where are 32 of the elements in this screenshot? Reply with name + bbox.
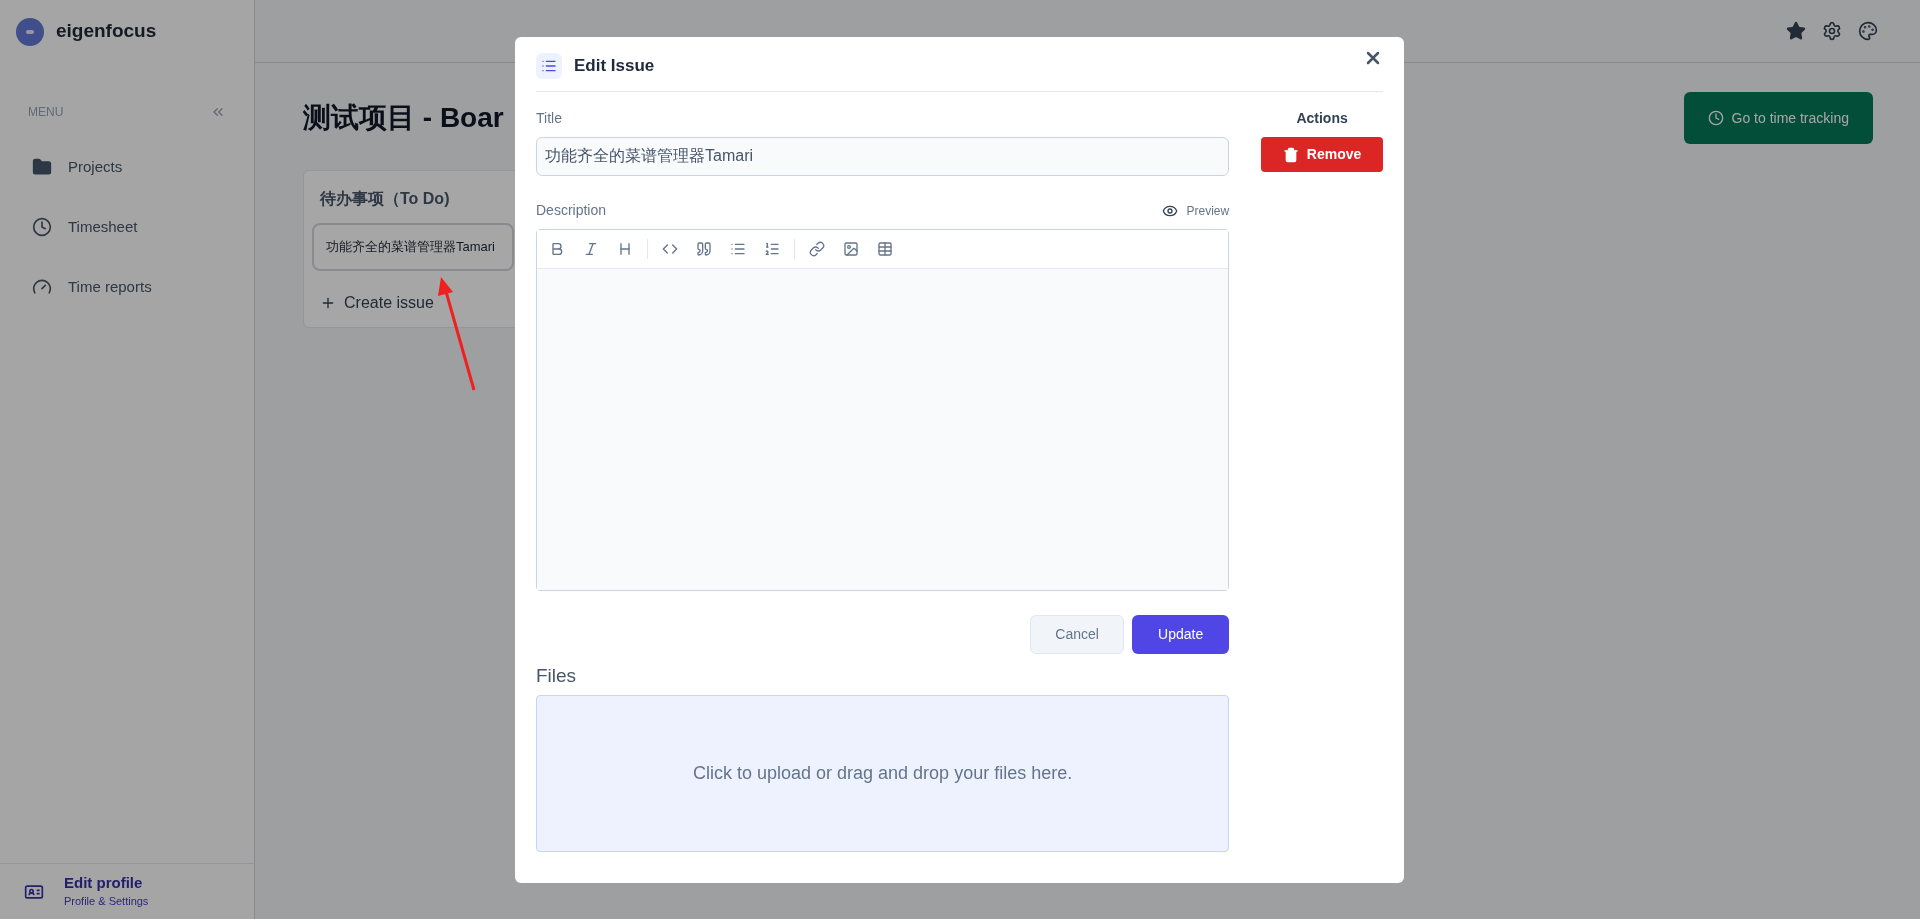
issue-card[interactable]: 功能齐全的菜谱管理器Tamari xyxy=(312,223,514,271)
sidebar-item[interactable]: Projects xyxy=(0,137,254,197)
sidebar-item[interactable]: Time reports xyxy=(0,257,254,317)
board-title: 测试项目 - Boar xyxy=(303,101,504,135)
list-icon xyxy=(536,53,562,79)
column-title: 待办事项（To Do) xyxy=(319,189,451,209)
app-name: eigenfocus xyxy=(56,19,157,44)
star-icon[interactable] xyxy=(1786,21,1806,41)
update-button[interactable]: Update xyxy=(1132,615,1230,654)
clock-icon xyxy=(32,217,52,237)
sidebar-item[interactable]: Timesheet xyxy=(0,197,254,257)
settings-icon[interactable] xyxy=(1822,21,1842,41)
title-label: Title xyxy=(536,109,563,128)
files-label: Files xyxy=(536,664,578,688)
create-issue-button[interactable]: Create issue xyxy=(312,290,442,315)
description-label: Description xyxy=(536,201,607,220)
logo-icon xyxy=(16,17,44,46)
title-field[interactable]: 功能齐全的菜谱管理器Tamari xyxy=(536,137,1230,176)
time-tracking-button[interactable]: Go to time tracking xyxy=(1683,92,1873,144)
edit-profile-link[interactable]: Edit profile Profile & Settings xyxy=(64,873,149,910)
trash-icon xyxy=(1282,146,1299,163)
folder-icon xyxy=(32,157,52,177)
dialog-title: Edit Issue xyxy=(574,55,655,78)
remove-button[interactable]: Remove xyxy=(1261,137,1383,172)
palette-icon[interactable] xyxy=(1858,21,1878,41)
cancel-button[interactable]: Cancel xyxy=(1030,615,1125,654)
clock-icon xyxy=(1707,110,1724,126)
actions-label: Actions xyxy=(1296,109,1348,128)
file-dropzone[interactable]: Click to upload or drag and drop your files here. xyxy=(536,694,1230,852)
menu-label: MENU xyxy=(28,104,64,121)
gauge-icon xyxy=(32,277,52,297)
preview-button[interactable]: Preview xyxy=(1162,201,1230,220)
